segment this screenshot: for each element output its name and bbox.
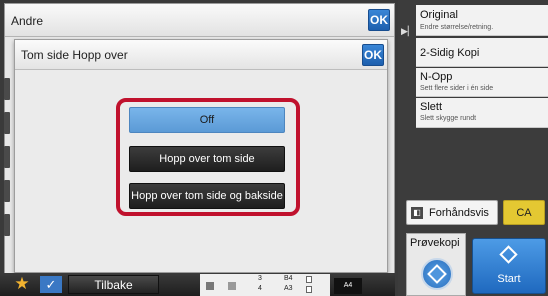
proof-copy-label: Prøvekopi (410, 237, 460, 249)
option-skip-blank-and-back-button[interactable]: Hopp over tom side og bakside (129, 183, 285, 209)
side-tab (4, 214, 10, 236)
clear-all-button[interactable]: CA (503, 200, 545, 225)
option-off-button[interactable]: Off (129, 107, 285, 133)
dialog-ok-button[interactable]: OK (362, 44, 384, 66)
other-settings-ok-button[interactable]: OK (368, 9, 390, 31)
menu-item-subtitle: Slett skygge rundt (420, 115, 477, 122)
preview-icon: ◧ (411, 207, 423, 219)
tray-row[interactable]: 3 B4 (258, 275, 318, 285)
tray-number: 3 (258, 275, 262, 282)
dialog-title: Tom side Hopp over (21, 48, 128, 62)
option-skip-blank-button[interactable]: Hopp over tom side (129, 146, 285, 172)
menu-item-subtitle: Sett flere sider i én side (420, 85, 494, 92)
preview-label: Forhåndsvis (429, 207, 489, 219)
blank-page-skip-dialog: Tom side Hopp over OK Off Hopp over tom … (14, 39, 388, 273)
menu-item-title: Original (420, 9, 458, 21)
side-tab (4, 146, 10, 168)
active-paper-size[interactable]: A4 (334, 278, 362, 294)
screen: Andre OK Tom side Hopp over OK Off Hopp … (0, 0, 548, 296)
tray-indicator-icon (306, 276, 312, 283)
menu-item-n-up[interactable]: N-Opp Sett flere sider i én side (416, 68, 548, 97)
menu-item-title: 2-Sidig Kopi (420, 47, 480, 59)
menu-item-duplex-copy[interactable]: 2-Sidig Kopi (416, 38, 548, 67)
tray-paper-size: A3 (284, 285, 293, 292)
tray-paper-size: B4 (284, 275, 293, 282)
menu-item-title: Slett (420, 101, 443, 113)
menu-item-original[interactable]: Original Endre størrelse/retning. (416, 5, 548, 36)
menu-item-title: N-Opp (420, 71, 453, 83)
preview-button[interactable]: ◧ Forhåndsvis (406, 200, 498, 225)
start-label: Start (497, 273, 521, 285)
dialog-header: Tom side Hopp over OK (15, 40, 387, 70)
expand-arrow-icon[interactable]: ▶▏ (401, 26, 415, 36)
other-settings-header: Andre OK (5, 4, 394, 37)
side-tab (4, 180, 10, 202)
tray-icon (228, 282, 236, 290)
menu-item-erase[interactable]: Slett Slett skygge rundt (416, 98, 548, 128)
tray-number: 4 (258, 285, 262, 292)
tray-indicator-icon (306, 286, 312, 293)
other-settings-title: Andre (11, 14, 44, 28)
menu-item-subtitle: Endre størrelse/retning. (420, 24, 494, 31)
tray-icon (206, 282, 214, 290)
check-icon[interactable]: ✓ (40, 276, 62, 293)
side-tab (4, 112, 10, 134)
side-tab (4, 78, 10, 100)
star-icon[interactable]: ★ (12, 275, 32, 293)
back-button[interactable]: Tilbake (68, 275, 159, 294)
tray-row[interactable]: 4 A3 (258, 285, 318, 295)
